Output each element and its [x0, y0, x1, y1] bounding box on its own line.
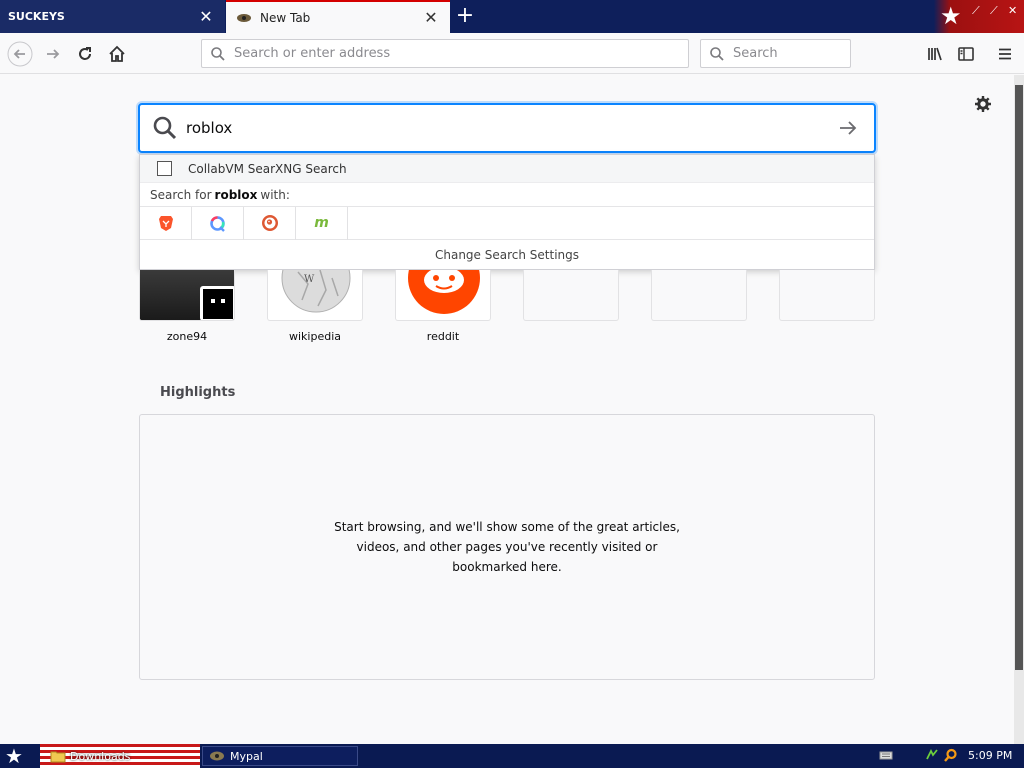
search-query-text[interactable]: roblox: [186, 119, 836, 137]
menu-button[interactable]: [992, 41, 1018, 67]
sidebar-icon: [958, 47, 974, 61]
search-for-suffix: with:: [260, 187, 290, 202]
back-button[interactable]: [7, 41, 33, 67]
top-site-tile-empty[interactable]: [523, 270, 619, 321]
back-arrow-icon: [7, 41, 33, 67]
search-for-prefix: Search for: [150, 187, 212, 202]
reload-button[interactable]: [72, 41, 98, 67]
mojeek-icon: m: [314, 215, 329, 231]
forward-button[interactable]: [40, 41, 66, 67]
start-star-icon[interactable]: ★: [5, 745, 23, 767]
reddit-icon: [408, 270, 480, 314]
search-placeholder: Search: [733, 46, 778, 61]
taskbar-item-mypal[interactable]: Mypal: [202, 746, 358, 766]
engine-button-mojeek[interactable]: m: [296, 206, 348, 240]
top-site-tile-reddit[interactable]: [395, 270, 491, 321]
go-arrow-icon[interactable]: [836, 116, 860, 140]
suggestion-label: CollabVM SearXNG Search: [188, 161, 347, 176]
suggestion-row[interactable]: CollabVM SearXNG Search: [140, 155, 874, 183]
address-placeholder: Search or enter address: [234, 46, 391, 61]
tab-strip: SUCKEYS ✕ New Tab ✕ + ★ ⟋ ⟋ ✕: [0, 0, 1024, 33]
search-bar[interactable]: Search: [700, 39, 851, 68]
taskbar-clock: 5:09 PM: [968, 749, 1013, 762]
engine-button-duckduckgo[interactable]: [244, 206, 296, 240]
library-icon: [928, 47, 942, 61]
svg-text:W: W: [304, 274, 315, 285]
minimize-icon[interactable]: ⟋: [972, 4, 980, 18]
tab-favicon-icon: [237, 13, 251, 22]
brave-icon: [158, 215, 173, 231]
tab-title: SUCKEYS: [8, 10, 65, 23]
search-suggestions-dropdown: CollabVM SearXNG Search Search for roblo…: [139, 154, 875, 270]
search-icon: [710, 46, 724, 61]
top-site-tile-zone94[interactable]: [139, 270, 235, 321]
engine-button-brave[interactable]: [140, 206, 192, 240]
page-scrollbar[interactable]: [1014, 75, 1024, 744]
search-for-with-label: Search for roblox with:: [140, 183, 874, 207]
taskbar-item-label: Downloads: [70, 749, 131, 763]
gear-icon[interactable]: [974, 95, 992, 113]
folder-icon: [50, 751, 66, 763]
top-site-tile-empty[interactable]: [779, 270, 875, 321]
top-site-label: reddit: [426, 330, 460, 343]
search-for-query: roblox: [214, 187, 258, 202]
star-icon: ★: [940, 2, 962, 30]
home-button[interactable]: [104, 41, 130, 67]
network-icon[interactable]: [925, 748, 939, 762]
top-site-label: wikipedia: [288, 330, 341, 343]
nav-toolbar: Search or enter address Search: [0, 33, 1024, 74]
top-site-tile-empty[interactable]: [651, 270, 747, 321]
new-tab-button[interactable]: +: [454, 5, 476, 27]
address-bar[interactable]: Search or enter address: [201, 39, 689, 68]
scrollbar-thumb[interactable]: [1015, 85, 1023, 670]
taskbar-item-label: Mypal: [230, 749, 263, 763]
tab-new-tab[interactable]: New Tab ✕: [226, 0, 450, 33]
search-tray-icon[interactable]: [943, 748, 958, 763]
taskbar-item-downloads[interactable]: Downloads: [44, 746, 194, 766]
top-site-label: zone94: [166, 330, 208, 343]
qwant-icon: [210, 215, 225, 232]
wikipedia-globe-icon: W: [281, 270, 351, 313]
zone94-logo-icon: [200, 286, 234, 320]
engine-button-qwant[interactable]: [192, 206, 244, 240]
mypal-icon: [210, 751, 224, 761]
close-icon[interactable]: ✕: [422, 8, 440, 27]
maximize-icon[interactable]: ⟋: [990, 4, 998, 18]
top-site-tile-wikipedia[interactable]: W: [267, 270, 363, 321]
hamburger-icon: [999, 48, 1011, 60]
reload-icon: [79, 47, 91, 60]
library-button[interactable]: [922, 41, 948, 67]
search-icon: [153, 116, 177, 140]
highlights-heading: Highlights: [160, 385, 236, 400]
suggestion-checkbox[interactable]: [157, 161, 172, 176]
change-search-settings-button[interactable]: Change Search Settings: [140, 240, 874, 270]
tab-suckeys[interactable]: SUCKEYS ✕: [0, 0, 225, 33]
search-icon: [211, 46, 225, 61]
highlights-empty-message: Start browsing, and we'll show some of t…: [334, 520, 680, 574]
home-icon: [109, 45, 125, 62]
keyboard-icon[interactable]: [879, 748, 893, 762]
highlights-empty-panel: Start browsing, and we'll show some of t…: [139, 414, 875, 680]
sidebar-button[interactable]: [953, 41, 979, 67]
window-close-icon[interactable]: ✕: [1008, 4, 1017, 17]
tab-title: New Tab: [260, 10, 311, 25]
search-engine-row: m: [140, 206, 874, 240]
forward-arrow-icon: [47, 49, 60, 59]
newtab-search-input[interactable]: roblox: [138, 103, 876, 153]
os-taskbar: ★ Downloads Mypal 5:09 PM: [0, 744, 1024, 768]
close-icon[interactable]: ✕: [197, 7, 215, 26]
duckduckgo-icon: [261, 215, 278, 231]
